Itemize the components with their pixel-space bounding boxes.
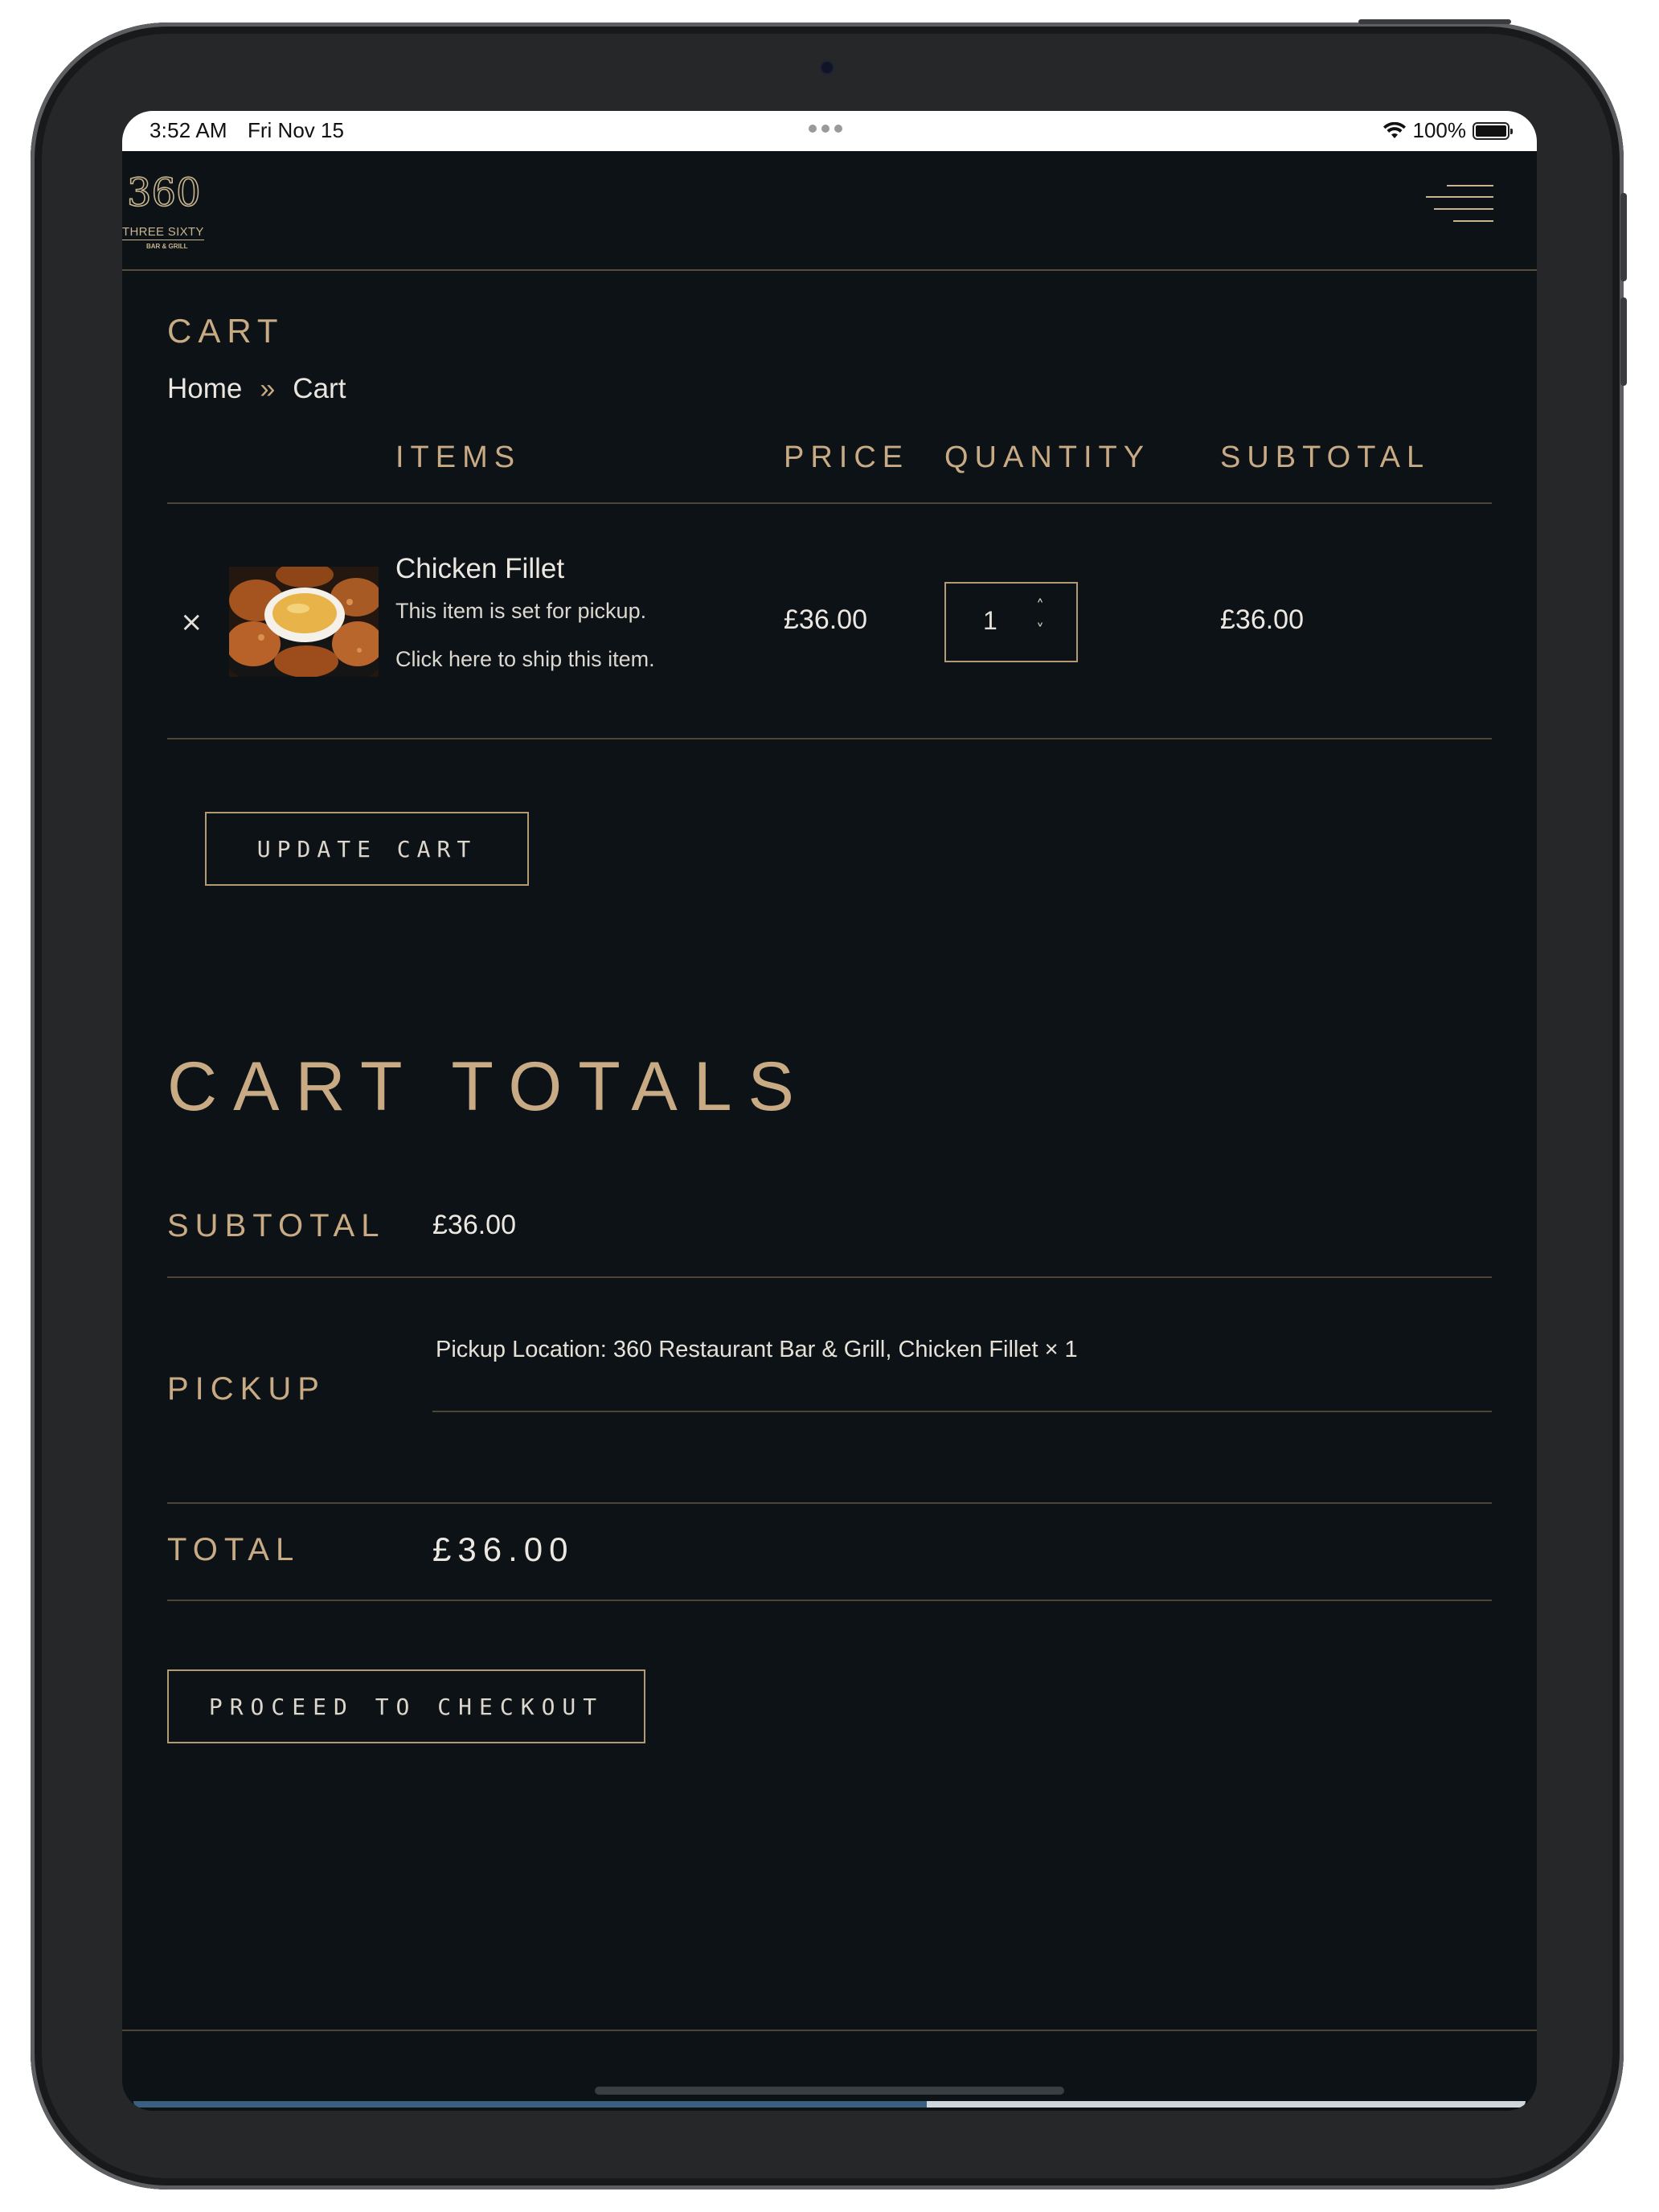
front-camera: [821, 62, 833, 73]
site-header: 360 THREE SIXTY BAR & GRILL: [122, 151, 1537, 271]
screen: 3:52 AM Fri Nov 15 100% 360 THREE SIXTY …: [122, 111, 1537, 2111]
subtotal-divider: [167, 1276, 1492, 1278]
pickup-row-divider: [167, 1502, 1492, 1504]
product-name-link[interactable]: Chicken Fillet: [395, 553, 564, 585]
chevron-down-icon[interactable]: ˅: [1036, 622, 1044, 638]
pickup-location-text: Pickup Location: 360 Restaurant Bar & Gr…: [436, 1337, 1078, 1362]
item-subtotal: £36.00: [1220, 604, 1304, 635]
page-progress-bar: [133, 2101, 1526, 2108]
table-header-divider: [167, 502, 1492, 504]
proceed-to-checkout-button[interactable]: PROCEED TO CHECKOUT: [167, 1669, 645, 1743]
multitasking-dots-icon[interactable]: [809, 125, 842, 133]
quantity-stepper[interactable]: 1 ˄ ˅: [944, 582, 1078, 662]
volume-button: [1620, 193, 1627, 281]
cart-totals-title: CART TOTALS: [167, 1048, 810, 1125]
volume-button: [1620, 297, 1627, 386]
column-header-items: ITEMS: [395, 440, 522, 474]
status-date: Fri Nov 15: [248, 118, 344, 142]
site-logo[interactable]: 360 THREE SIXTY BAR & GRILL: [122, 166, 211, 250]
status-indicators: 100%: [1382, 118, 1513, 143]
breadcrumb: Home » Cart: [167, 373, 346, 405]
column-header-subtotal: SUBTOTAL: [1220, 440, 1431, 474]
footer-divider: [122, 2030, 1537, 2031]
pickup-label: PICKUP: [167, 1371, 326, 1407]
column-header-price: PRICE: [784, 440, 910, 474]
pickup-note: This item is set for pickup.: [395, 599, 647, 623]
column-header-quantity: QUANTITY: [944, 440, 1151, 474]
battery-icon: [1473, 121, 1513, 140]
logo-rings-icon: 360: [126, 170, 201, 216]
wifi-icon: [1382, 121, 1406, 138]
table-row-divider: [167, 738, 1492, 739]
chevron-up-icon[interactable]: ˄: [1036, 598, 1044, 614]
hamburger-menu-icon[interactable]: [1426, 185, 1493, 233]
subtotal-value: £36.00: [432, 1210, 516, 1240]
power-button: [1358, 19, 1511, 24]
quantity-value[interactable]: 1: [983, 606, 997, 636]
subtotal-label: SUBTOTAL: [167, 1208, 386, 1243]
product-thumbnail[interactable]: [229, 567, 379, 677]
total-divider: [167, 1600, 1492, 1601]
breadcrumb-home-link[interactable]: Home: [167, 373, 242, 405]
breadcrumb-current: Cart: [293, 373, 346, 404]
chicken-fillet-image: [229, 567, 379, 677]
ship-item-link[interactable]: Click here to ship this item.: [395, 647, 655, 672]
item-price: £36.00: [784, 604, 867, 635]
breadcrumb-separator: »: [260, 374, 276, 404]
logo-mark: 360: [127, 170, 201, 215]
logo-name: THREE SIXTY: [122, 225, 204, 240]
home-indicator[interactable]: [595, 2087, 1064, 2095]
status-time: 3:52 AM: [150, 118, 227, 142]
status-bar: 3:52 AM Fri Nov 15 100%: [122, 111, 1537, 151]
battery-percent: 100%: [1412, 118, 1467, 142]
total-label: TOTAL: [167, 1532, 301, 1567]
logo-subtitle: BAR & GRILL: [146, 243, 188, 250]
remove-item-icon[interactable]: ×: [180, 606, 203, 638]
total-value: £36.00: [432, 1530, 575, 1568]
page-title: CART: [167, 312, 285, 350]
update-cart-button[interactable]: UPDATE CART: [205, 812, 529, 886]
pickup-divider: [432, 1411, 1492, 1412]
